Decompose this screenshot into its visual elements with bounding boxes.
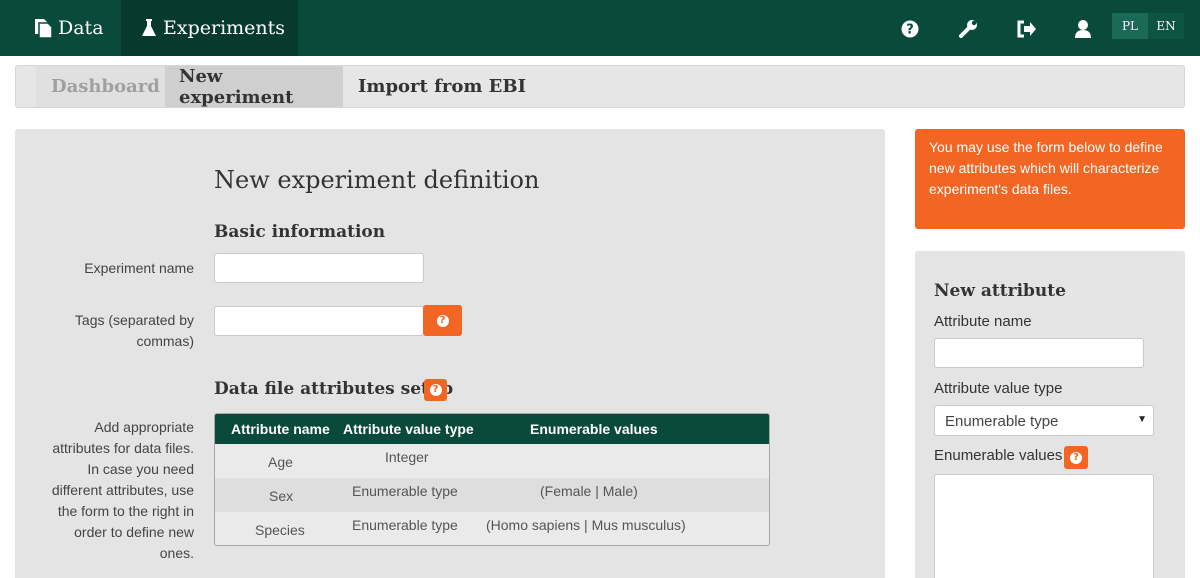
table-header: Attribute name Attribute value type Enum… <box>215 414 769 444</box>
nav-tab-experiments-label: Experiments <box>163 17 286 39</box>
tab-dashboard[interactable]: Dashboard <box>36 66 165 107</box>
flask-icon <box>142 19 156 36</box>
attribute-name-input[interactable] <box>934 338 1144 368</box>
info-notice: You may use the form below to define new… <box>915 129 1185 229</box>
help-icon: ? <box>1070 451 1082 464</box>
help-icon[interactable]: ? <box>900 19 920 39</box>
tags-label-line2: commas) <box>136 333 194 349</box>
user-icon[interactable] <box>1073 19 1093 39</box>
attributes-table: Attribute name Attribute value type Enum… <box>214 413 770 546</box>
help-icon: ? <box>436 314 449 327</box>
experiment-tabs: Dashboard New experiment Import from EBI <box>15 65 1185 108</box>
table-row[interactable]: Species Enumerable type (Homo sapiens | … <box>215 512 769 545</box>
selected-value: Enumerable type <box>945 413 1059 430</box>
attribute-value-type-select[interactable]: Enumerable type ▼ <box>934 405 1154 436</box>
cell-value-type: Enumerable type <box>352 517 458 533</box>
data-file-attributes-heading: Data file attributes setup <box>214 379 454 399</box>
help-line: Add appropriate <box>94 419 194 435</box>
tags-input[interactable] <box>214 306 424 336</box>
language-en-button[interactable]: EN <box>1148 13 1184 39</box>
cell-enumerable-values: (Female | Male) <box>540 483 638 499</box>
enumerable-values-label: Enumerable values <box>934 447 1063 464</box>
svg-text:?: ? <box>906 23 914 38</box>
new-attribute-heading: New attribute <box>934 281 1066 301</box>
column-header-attribute-name: Attribute name <box>231 421 330 437</box>
cell-attribute-name: Species <box>255 522 305 538</box>
help-line: the form to the right in <box>57 503 194 519</box>
logout-icon[interactable] <box>1016 19 1036 39</box>
tab-import-from-ebi[interactable]: Import from EBI <box>343 66 533 107</box>
help-line: In case you need <box>87 461 194 477</box>
nav-tab-data[interactable]: Data <box>16 0 121 56</box>
column-header-value-type: Attribute value type <box>343 421 474 437</box>
help-icon: ? <box>429 384 442 396</box>
attribute-name-label: Attribute name <box>934 313 1032 330</box>
cell-value-type: Integer <box>385 449 429 465</box>
help-line: order to define new <box>74 524 194 540</box>
tags-label-line1: Tags (separated by <box>74 312 194 328</box>
attribute-value-type-label: Attribute value type <box>934 380 1063 397</box>
page-title: New experiment definition <box>214 166 540 194</box>
experiment-name-input[interactable] <box>214 253 424 283</box>
cell-value-type: Enumerable type <box>352 483 458 499</box>
nav-tab-experiments[interactable]: Experiments <box>121 0 298 56</box>
experiment-name-label: Experiment name <box>84 260 194 276</box>
help-line: ones. <box>159 545 194 561</box>
cell-attribute-name: Sex <box>269 488 294 504</box>
dropdown-caret-icon: ▼ <box>1137 414 1147 425</box>
nav-tab-data-label: Data <box>58 17 104 39</box>
help-line: different attributes, use <box>51 482 194 498</box>
attributes-help-text: Add appropriate attributes for data file… <box>52 417 194 564</box>
cell-attribute-name: Age <box>268 454 293 470</box>
tags-label: Tags (separated by commas) <box>75 310 194 352</box>
files-icon <box>35 19 52 38</box>
tab-new-experiment[interactable]: New experiment <box>165 66 343 108</box>
cell-enumerable-values: (Homo sapiens | Mus musculus) <box>486 517 686 533</box>
help-line: attributes for data files. <box>52 440 194 456</box>
column-header-enumerable-values: Enumerable values <box>530 421 658 437</box>
language-pl-button[interactable]: PL <box>1112 13 1148 39</box>
enumerable-values-textarea[interactable] <box>934 474 1154 578</box>
attributes-help-button[interactable]: ? <box>424 379 447 401</box>
table-row[interactable]: Age Integer <box>215 444 769 478</box>
wrench-icon[interactable] <box>958 19 978 39</box>
table-row[interactable]: Sex Enumerable type (Female | Male) <box>215 478 769 512</box>
tags-help-button[interactable]: ? <box>423 305 462 336</box>
basic-information-heading: Basic information <box>214 222 386 242</box>
enumerable-values-help-button[interactable]: ? <box>1064 446 1088 469</box>
